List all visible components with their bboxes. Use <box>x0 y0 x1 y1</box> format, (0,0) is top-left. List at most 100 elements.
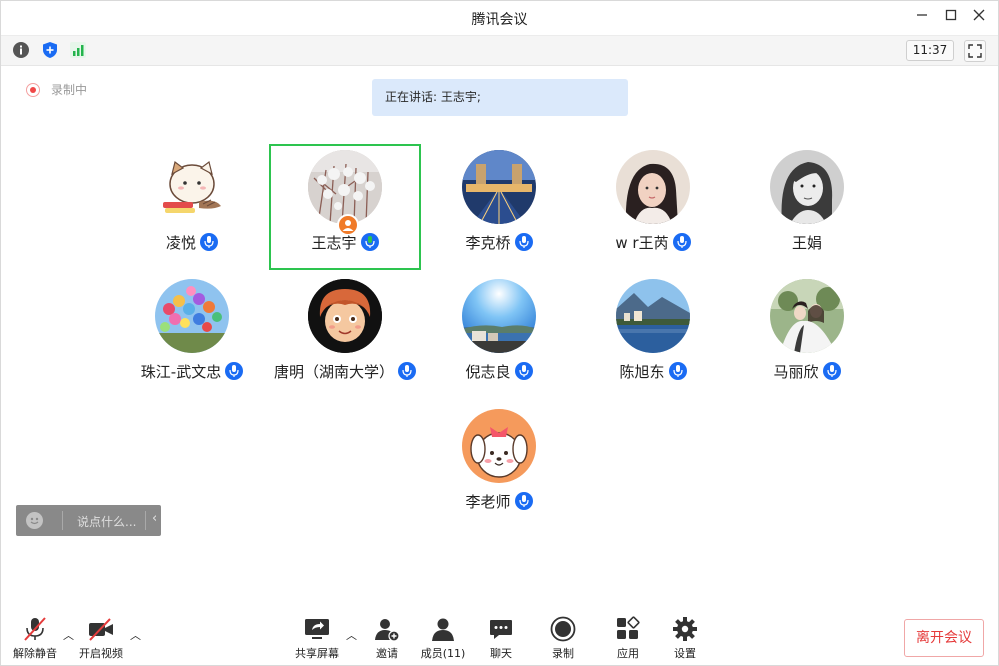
participant-tile[interactable]: 唐明（湖南大学） <box>269 273 421 399</box>
mic-icon <box>225 362 244 380</box>
members-icon <box>430 616 456 642</box>
participant-name: 倪志良 <box>465 363 511 381</box>
recording-label: 录制中 <box>51 83 88 97</box>
participant-name: w r王芮 <box>615 234 669 252</box>
settings-button[interactable]: 设置 <box>667 613 703 661</box>
participant-name-row: 马丽欣 <box>731 361 883 382</box>
mic-icon <box>398 362 416 380</box>
avatar <box>462 409 536 483</box>
mic-icon <box>514 233 533 251</box>
close-icon[interactable] <box>969 9 989 27</box>
avatar <box>462 279 536 353</box>
mic-speaking-icon <box>360 233 379 251</box>
settings-label: 设置 <box>674 647 696 660</box>
participant-name-row: 唐明（湖南大学） <box>269 361 421 382</box>
mic-icon <box>668 362 687 380</box>
record-label: 录制 <box>552 647 574 660</box>
mic-icon <box>672 233 691 251</box>
participant-name: 王娟 <box>791 234 822 252</box>
invite-button[interactable]: 邀请 <box>369 613 405 661</box>
participant-name: 陈旭东 <box>619 363 665 381</box>
participant-tile[interactable]: 李克桥 <box>423 144 575 270</box>
participant-name-row: 李克桥 <box>423 232 575 253</box>
shield-icon[interactable] <box>40 40 60 60</box>
invite-label: 邀请 <box>376 647 398 660</box>
gear-icon <box>672 616 698 642</box>
apps-button[interactable]: 应用 <box>610 613 646 661</box>
participant-name: 凌悦 <box>165 234 196 252</box>
participant-tile[interactable]: w r王芮 <box>577 144 729 270</box>
chat-button[interactable]: 聊天 <box>483 613 519 661</box>
title-bar: 腾讯会议 <box>1 1 998 35</box>
apps-label: 应用 <box>617 647 639 660</box>
participant-tile-active[interactable]: 王志宇 <box>269 144 421 270</box>
share-options-chevron-icon[interactable]: ︿ <box>346 627 357 643</box>
avatar <box>770 150 844 224</box>
maximize-icon[interactable] <box>941 9 961 27</box>
participant-name: 王志宇 <box>311 234 357 252</box>
video-options-chevron-icon[interactable]: ︿ <box>130 627 141 643</box>
mic-icon <box>822 362 841 380</box>
record-button[interactable]: 录制 <box>545 613 581 661</box>
participant-name-row: 陈旭东 <box>577 361 729 382</box>
start-video-button[interactable]: 开启视频 <box>77 613 125 661</box>
window-title: 腾讯会议 <box>471 12 528 28</box>
share-screen-icon <box>304 616 330 642</box>
avatar <box>616 150 690 224</box>
share-screen-button[interactable]: 共享屏幕 <box>293 613 341 661</box>
participant-tile[interactable]: 倪志良 <box>423 273 575 399</box>
chat-label: 聊天 <box>490 647 512 660</box>
participant-name: 李老师 <box>465 493 511 511</box>
chat-input-bar[interactable]: 说点什么... ‹ <box>16 505 161 536</box>
minimize-icon[interactable] <box>912 9 932 27</box>
members-label: 成员(11) <box>420 647 466 660</box>
speaking-banner: 正在讲话: 王志宇; <box>372 79 628 116</box>
collapse-chevron-icon[interactable]: ‹ <box>152 511 157 526</box>
divider <box>62 511 63 530</box>
participant-name-row: 王志宇 <box>271 232 419 253</box>
participant-name: 李克桥 <box>465 234 511 252</box>
speaking-label: 正在讲话: 王志宇; <box>385 90 481 104</box>
fullscreen-icon[interactable] <box>964 40 986 62</box>
chat-placeholder[interactable]: 说点什么... <box>77 513 136 530</box>
unmute-button[interactable]: 解除静音 <box>11 613 59 661</box>
apps-icon <box>615 616 641 642</box>
chat-icon <box>488 616 514 642</box>
participant-name-row: 珠江-武文忠 <box>116 361 268 382</box>
participant-tile[interactable]: 马丽欣 <box>731 273 883 399</box>
share-screen-label: 共享屏幕 <box>295 647 339 660</box>
participant-name: 珠江-武文忠 <box>140 363 222 381</box>
participant-tile[interactable]: 李老师 <box>423 403 575 529</box>
signal-icon[interactable] <box>68 40 88 60</box>
emoji-icon[interactable] <box>26 512 43 529</box>
meeting-clock: 11:37 <box>906 40 954 61</box>
participant-tile[interactable]: 珠江-武文忠 <box>116 273 268 399</box>
unmute-label: 解除静音 <box>13 647 57 660</box>
avatar <box>155 150 229 224</box>
participant-name: 马丽欣 <box>773 363 819 381</box>
recording-dot-icon <box>26 83 40 97</box>
members-button[interactable]: 成员(11) <box>417 613 469 661</box>
audio-options-chevron-icon[interactable]: ︿ <box>63 627 74 643</box>
avatar <box>155 279 229 353</box>
avatar <box>308 279 382 353</box>
participant-name-row: w r王芮 <box>577 232 729 253</box>
leave-meeting-button[interactable]: 离开会议 <box>904 619 984 657</box>
avatar <box>616 279 690 353</box>
info-icon[interactable] <box>11 40 31 60</box>
participant-tile[interactable]: 陈旭东 <box>577 273 729 399</box>
divider <box>145 511 146 530</box>
meeting-info-bar: 11:37 <box>1 35 998 66</box>
participant-tile[interactable]: 王娟 <box>731 144 883 270</box>
avatar <box>770 279 844 353</box>
camera-off-icon <box>88 616 114 642</box>
participant-tile[interactable]: 凌悦 <box>116 144 268 270</box>
participant-name-row: 王娟 <box>731 232 883 253</box>
mic-muted-icon <box>22 616 48 642</box>
record-icon <box>550 616 576 642</box>
participant-name-row: 李老师 <box>423 491 575 512</box>
mic-icon <box>200 233 218 251</box>
add-user-icon <box>374 616 400 642</box>
start-video-label: 开启视频 <box>79 647 123 660</box>
participant-name-row: 凌悦 <box>116 232 268 253</box>
